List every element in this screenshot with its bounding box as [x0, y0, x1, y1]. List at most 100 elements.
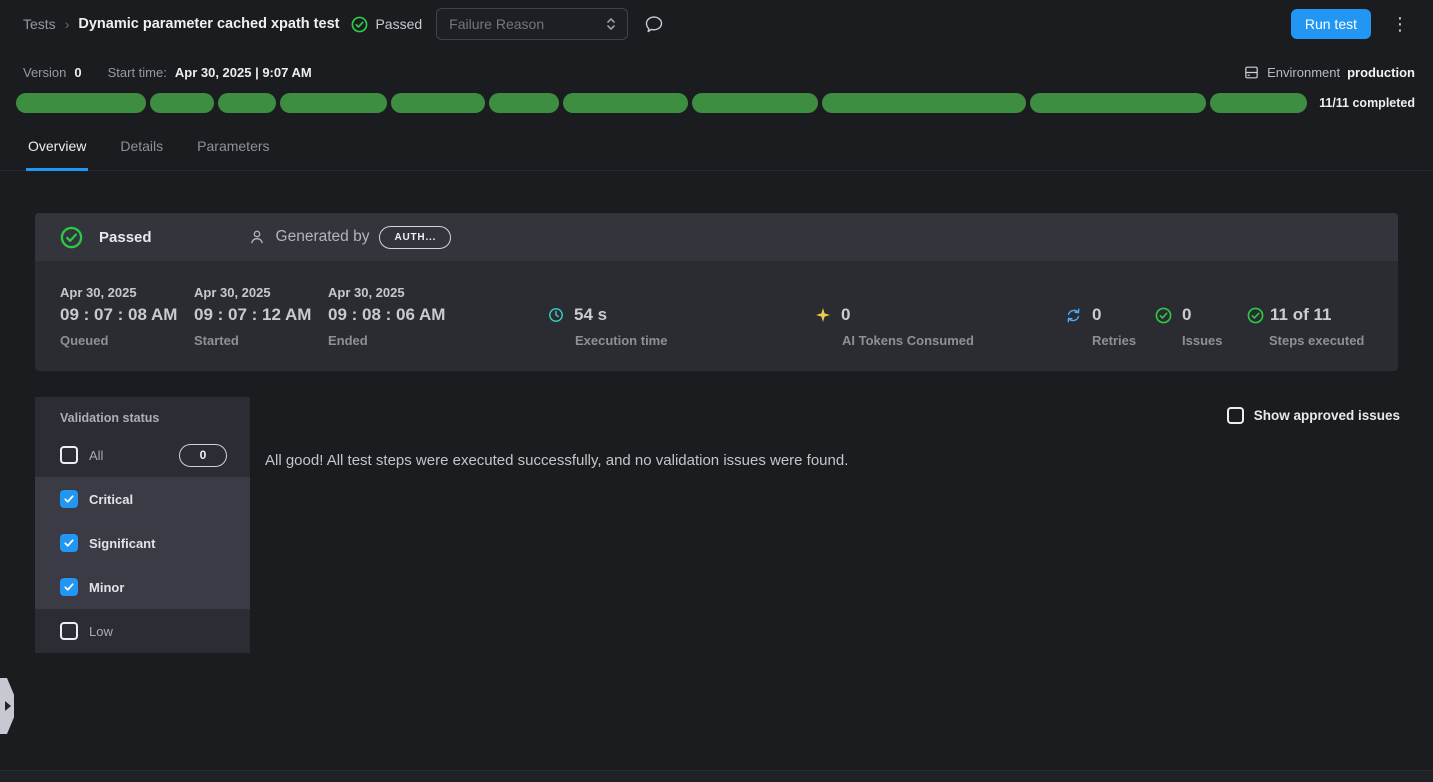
check-circle-icon	[1247, 307, 1264, 324]
page-title: Dynamic parameter cached xpath test	[78, 16, 339, 32]
filter-row-low[interactable]: Low	[35, 609, 250, 653]
filter-label-significant: Significant	[89, 536, 155, 551]
progress-segment	[692, 93, 818, 113]
breadcrumb-tests-link[interactable]: Tests	[23, 16, 56, 32]
progress-segment	[489, 93, 559, 113]
progress-segment	[1030, 93, 1205, 113]
issues-value: 0	[1182, 305, 1191, 325]
checkbox-minor[interactable]	[60, 578, 78, 596]
filter-label-critical: Critical	[89, 492, 133, 507]
checkbox-show-approved[interactable]	[1227, 407, 1244, 424]
passed-check-icon-large	[60, 226, 83, 249]
tab-overview[interactable]: Overview	[26, 138, 88, 171]
meta-row: Version 0 Start time: Apr 30, 2025 | 9:0…	[23, 61, 1415, 83]
filter-row-significant[interactable]: Significant	[35, 521, 250, 565]
retries-label: Retries	[1092, 333, 1136, 348]
started-time-group: Apr 30, 2025 09 : 07 : 12 AM Started	[194, 285, 311, 348]
generated-by-badge[interactable]: AUTH...	[379, 226, 451, 249]
status-label: Passed	[375, 16, 422, 32]
run-summary-header: Passed Generated by AUTH...	[35, 213, 1398, 261]
sidebar-expand-handle[interactable]	[0, 678, 14, 734]
ended-label: Ended	[328, 333, 445, 348]
start-time-label: Start time:	[108, 65, 167, 80]
failure-reason-select[interactable]: Failure Reason	[436, 8, 628, 40]
environment-label: Environment	[1267, 65, 1340, 80]
breadcrumb-separator: ›	[65, 16, 70, 32]
tab-bar: Overview Details Parameters	[0, 131, 1433, 171]
validation-status-title: Validation status	[35, 397, 250, 433]
passed-check-icon	[351, 16, 368, 33]
queued-time: 09 : 07 : 08 AM	[60, 305, 177, 325]
all-count-badge: 0	[179, 444, 227, 467]
refresh-icon	[1065, 307, 1082, 324]
filter-row-critical[interactable]: Critical	[35, 477, 250, 521]
show-approved-label[interactable]: Show approved issues	[1254, 408, 1400, 423]
comment-icon[interactable]	[644, 14, 664, 34]
steps-executed-value: 11 of 11	[1270, 305, 1331, 325]
progress-row: 11/11 completed	[16, 92, 1415, 113]
validation-status-panel: Validation status All 0 Critical Signifi…	[35, 397, 250, 653]
filter-label-low: Low	[89, 624, 113, 639]
kebab-menu-icon[interactable]: ⋮	[1385, 9, 1415, 39]
failure-reason-placeholder: Failure Reason	[449, 16, 544, 32]
tab-parameters[interactable]: Parameters	[195, 138, 271, 171]
top-bar: Tests › Dynamic parameter cached xpath t…	[0, 0, 1433, 48]
progress-segment	[1210, 93, 1308, 113]
checkbox-all[interactable]	[60, 446, 78, 464]
progress-segment	[150, 93, 214, 113]
started-time: 09 : 07 : 12 AM	[194, 305, 311, 325]
checkbox-critical[interactable]	[60, 490, 78, 508]
filter-row-all[interactable]: All 0	[35, 433, 250, 477]
started-label: Started	[194, 333, 311, 348]
execution-time-label: Execution time	[575, 333, 667, 348]
progress-completed-label: 11/11 completed	[1319, 96, 1415, 110]
queued-label: Queued	[60, 333, 177, 348]
run-summary-stats: Apr 30, 2025 09 : 07 : 08 AM Queued Apr …	[35, 261, 1398, 371]
execution-time-metric: 54 s Execution time	[548, 305, 667, 348]
retries-metric: 0 Retries	[1065, 305, 1136, 348]
started-date: Apr 30, 2025	[194, 285, 311, 300]
environment-icon	[1243, 64, 1260, 81]
environment-value: production	[1347, 65, 1415, 80]
ended-time-group: Apr 30, 2025 09 : 08 : 06 AM Ended	[328, 285, 445, 348]
progress-segment	[563, 93, 688, 113]
top-bar-actions: Run test ⋮	[1291, 9, 1415, 39]
status-badge: Passed	[351, 16, 422, 33]
filter-row-minor[interactable]: Minor	[35, 565, 250, 609]
steps-executed-label: Steps executed	[1269, 333, 1364, 348]
sparkle-icon	[815, 307, 831, 323]
all-good-message: All good! All test steps were executed s…	[265, 452, 848, 469]
tab-details[interactable]: Details	[118, 138, 165, 171]
clock-icon	[548, 307, 564, 323]
environment-group: Environment production	[1243, 64, 1415, 81]
progress-segment	[218, 93, 276, 113]
person-icon	[248, 228, 266, 246]
issues-label: Issues	[1182, 333, 1222, 348]
progress-segment	[391, 93, 485, 113]
filter-label-all: All	[89, 448, 103, 463]
ended-time: 09 : 08 : 06 AM	[328, 305, 445, 325]
generated-by-group: Generated by AUTH...	[248, 226, 452, 249]
ai-tokens-label: AI Tokens Consumed	[842, 333, 974, 348]
bottom-status-strip	[0, 770, 1433, 782]
checkbox-low[interactable]	[60, 622, 78, 640]
select-updown-icon	[605, 16, 617, 32]
run-test-button[interactable]: Run test	[1291, 9, 1371, 39]
progress-segment	[280, 93, 388, 113]
check-circle-icon	[1155, 307, 1172, 324]
run-status-label: Passed	[99, 229, 152, 246]
filter-label-minor: Minor	[89, 580, 124, 595]
queued-date: Apr 30, 2025	[60, 285, 177, 300]
ended-date: Apr 30, 2025	[328, 285, 445, 300]
issues-metric: 0 Issues	[1155, 305, 1222, 348]
show-approved-group: Show approved issues	[1227, 407, 1400, 424]
retries-value: 0	[1092, 305, 1101, 325]
steps-executed-metric: 11 of 11 Steps executed	[1247, 305, 1364, 348]
ai-tokens-value: 0	[841, 305, 850, 325]
version-label: Version	[23, 65, 66, 80]
progress-segment	[16, 93, 146, 113]
test-result-page: Tests › Dynamic parameter cached xpath t…	[0, 0, 1433, 782]
progress-segment	[822, 93, 1026, 113]
queued-time-group: Apr 30, 2025 09 : 07 : 08 AM Queued	[60, 285, 177, 348]
checkbox-significant[interactable]	[60, 534, 78, 552]
